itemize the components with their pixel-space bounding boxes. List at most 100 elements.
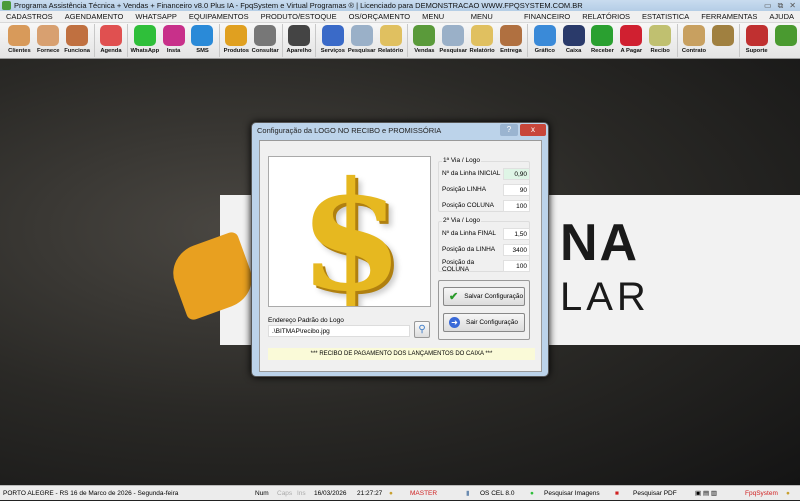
toolbar-separator [281, 24, 283, 57]
menu-item[interactable]: CADASTROS [0, 11, 59, 22]
menu-item[interactable]: OS/ORÇAMENTO [343, 11, 417, 22]
coin-icon [711, 25, 734, 46]
linha-inicial-input[interactable]: 0,90 [503, 167, 530, 180]
field-label: Nº da Linha INICIAL [442, 170, 501, 177]
tray-icon: ● [786, 490, 790, 497]
status-bar: PORTO ALEGRE - RS 16 de Marco de 2026 - … [0, 485, 800, 500]
posicao-da-coluna-input[interactable]: 100 [503, 259, 530, 272]
app-icon [2, 1, 11, 10]
toolbar-button-consultar[interactable]: Consultar [251, 23, 280, 58]
toolbar-button-relat-rio[interactable]: Relatório [376, 23, 405, 58]
footer-caption: *** RECIBO DE PAGAMENTO DOS LANÇAMENTOS … [268, 348, 535, 360]
exit-config-button[interactable]: ➜ Sair Configuração [443, 313, 525, 332]
pay-money-icon [620, 25, 643, 46]
toolbar-button-vendas[interactable]: Vendas [410, 23, 439, 58]
menu-item[interactable]: EQUIPAMENTOS [183, 11, 255, 22]
status-ins: Ins [297, 490, 306, 497]
toolbar-button-suporte[interactable]: Suporte [742, 23, 771, 58]
close-button[interactable]: ✕ [789, 0, 796, 11]
search-pdf-button[interactable]: Pesquisar PDF [633, 486, 677, 501]
search-docs-icon [442, 25, 465, 46]
menu-item[interactable]: PRODUTO/ESTOQUE [255, 11, 343, 22]
toolbar-separator [127, 24, 129, 57]
path-label: Endereço Padrão do Logo [268, 317, 344, 324]
toolbar-separator [93, 24, 95, 57]
toolbar-label: SMS [196, 48, 209, 54]
toolbar-separator [315, 24, 317, 57]
toolbar-button-coin-icon[interactable] [708, 23, 737, 58]
toolbar-button-recibo[interactable]: Recibo [646, 23, 675, 58]
toolbar-button-aparelho[interactable]: Aparelho [285, 23, 314, 58]
status-os[interactable]: OS CEL 8.0 [480, 486, 514, 501]
via1-title: 1ª Via / Logo [442, 157, 481, 164]
toolbar-label: WhatsApp [130, 48, 160, 54]
toolbar-button-contrato[interactable]: Contrato [680, 23, 709, 58]
delivery-icon [499, 25, 522, 46]
toolbar-label: Relatório [377, 48, 404, 54]
menu-item[interactable]: MENU VENDAS [416, 11, 465, 33]
minimize-button[interactable]: ▭ [764, 0, 772, 11]
printer-icon [379, 25, 402, 46]
toolbar-button-pesquisar[interactable]: Pesquisar [439, 23, 468, 58]
barcode-icon [254, 25, 277, 46]
instagram-icon [162, 25, 185, 46]
window-title: Programa Assistência Técnica + Vendas + … [14, 1, 583, 10]
sms-icon [191, 25, 214, 46]
toolbar-button-caixa[interactable]: Caixa [559, 23, 588, 58]
toolbar-button-produtos[interactable]: Produtos [222, 23, 251, 58]
menu-item[interactable]: MENU COMPRAS [465, 11, 518, 33]
toolbar-button-whatsapp[interactable]: WhatsApp [130, 23, 159, 58]
help-button[interactable]: ? [500, 124, 518, 136]
supplier-icon [37, 25, 60, 46]
toolbar-button-insta[interactable]: Insta [159, 23, 188, 58]
toolbar-button-gr-fico[interactable]: Gráfico [530, 23, 559, 58]
toolbar-label: Consultar [251, 48, 279, 54]
toolbar-button-funciona[interactable]: Funciona [63, 23, 92, 58]
toolbar-label: Vendas [414, 48, 435, 54]
logo-path-input[interactable]: .\BITMAP\recibo.jpg [268, 325, 410, 337]
linha-final-input[interactable]: 1,50 [503, 227, 530, 240]
phone-icon: ▮ [466, 490, 470, 497]
via2-title: 2ª Via / Logo [442, 217, 481, 224]
toolbar-button-relat-rio[interactable]: Relatório [468, 23, 497, 58]
via2-group: 2ª Via / Logo Nº da Linha FINAL 1,50 Posi… [438, 217, 530, 273]
toolbar-button-servi-os[interactable]: Serviços [318, 23, 347, 58]
posicao-linha-input[interactable]: 90 [503, 183, 530, 196]
menu-item[interactable]: FINANCEIRO [518, 11, 576, 22]
menu-item[interactable]: AJUDA [763, 11, 800, 22]
whatsapp-small-icon: ● [530, 490, 534, 497]
browse-search-button[interactable]: ⚲ [414, 321, 430, 338]
toolbar-button-fornece[interactable]: Fornece [34, 23, 63, 58]
toolbar-button-exit-icon[interactable] [771, 23, 800, 58]
menu-item[interactable]: WHATSAPP [129, 11, 183, 22]
toolbar-label: Clientes [8, 48, 31, 54]
toolbar-label: Pesquisar [439, 48, 468, 54]
maximize-button[interactable]: ⧉ [778, 0, 784, 11]
menu-item[interactable]: RELATÓRIOS [576, 11, 636, 22]
status-icon: ● [389, 490, 393, 497]
menu-item[interactable]: ESTATISTICA [636, 11, 695, 22]
posicao-da-linha-input[interactable]: 3400 [503, 243, 530, 256]
posicao-coluna-input[interactable]: 100 [503, 199, 530, 212]
toolbar-label: Aparelho [286, 48, 312, 54]
toolbar-button-sms[interactable]: SMS [188, 23, 217, 58]
menu-item[interactable]: FERRAMENTAS [695, 11, 763, 22]
dialog-close-button[interactable]: x [520, 124, 546, 136]
search-images-button[interactable]: Pesquisar Imagens [544, 486, 600, 501]
toolbar-button-clientes[interactable]: Clientes [5, 23, 34, 58]
products-icon [225, 25, 248, 46]
toolbar-label: Relatório [469, 48, 495, 54]
pdf-icon: ■ [615, 490, 619, 497]
toolbar-button-receber[interactable]: Receber [588, 23, 617, 58]
toolbar-separator [406, 24, 408, 57]
save-config-button[interactable]: ✔ Salvar Configuração [443, 287, 525, 306]
field-label: Nº da Linha FINAL [442, 230, 497, 237]
toolbar-button-pesquisar[interactable]: Pesquisar [347, 23, 376, 58]
exit-label: Sair Configuração [466, 319, 519, 326]
toolbar-label: Funciona [64, 48, 90, 54]
toolbar-button-agenda[interactable]: Agenda [97, 23, 126, 58]
toolbar-button-entrega[interactable]: Entrega [497, 23, 526, 58]
exit-icon [774, 25, 797, 46]
toolbar-button-a-pagar[interactable]: A Pagar [617, 23, 646, 58]
menu-item[interactable]: AGENDAMENTO [59, 11, 130, 22]
